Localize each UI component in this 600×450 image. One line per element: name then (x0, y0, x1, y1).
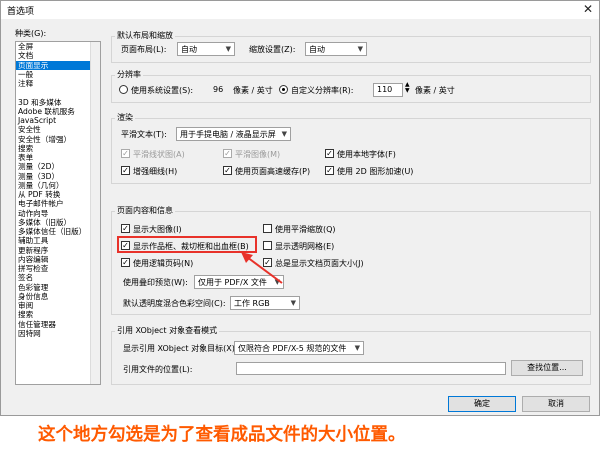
chevron-down-icon: ▼ (225, 45, 231, 53)
chevron-down-icon: ▼ (354, 344, 360, 352)
category-item[interactable]: 页面显示 (16, 60, 100, 70)
gpu-2d-label: 使用 2D 图形加速(U) (337, 167, 414, 176)
category-item[interactable]: 注释 (16, 79, 100, 88)
system-resolution-radio[interactable] (119, 85, 128, 94)
logical-page-numbers-checkbox[interactable]: ✓ (121, 258, 130, 267)
default-layout-legend: 默认布局和缩放 (115, 30, 175, 41)
blend-space-label: 默认透明度混合色彩空间(C): (123, 299, 226, 308)
category-item[interactable]: 3D 和多媒体 (16, 98, 100, 107)
spinner-arrows-icon[interactable]: ▲ ▼ (405, 82, 410, 94)
custom-resolution-input[interactable]: 110 (373, 83, 403, 97)
custom-resolution-label: 自定义分辨率(R): (291, 86, 354, 95)
category-item[interactable]: JavaScript (16, 116, 100, 125)
category-item[interactable]: 签名 (16, 273, 100, 282)
local-fonts-label: 使用本地字体(F) (337, 150, 396, 159)
xobject-targets-label: 显示引用 XObject 对象目标(X): (123, 344, 238, 353)
smooth-lineart-label: 平滑线状图(A) (133, 150, 185, 159)
smooth-zoom-checkbox[interactable] (263, 224, 272, 233)
chevron-down-icon: ▼ (357, 45, 363, 53)
unit-label: 像素 / 英寸 (233, 86, 273, 95)
category-item[interactable]: Adobe 联机服务 (16, 107, 100, 116)
category-item[interactable]: 全屏 (16, 42, 100, 51)
large-images-label: 显示大图像(I) (133, 225, 182, 234)
category-item[interactable]: 信任管理器 (16, 320, 100, 329)
xobject-group (111, 331, 591, 385)
category-item[interactable]: 文档 (16, 51, 100, 60)
chevron-down-icon: ▼ (290, 299, 296, 307)
preferences-dialog: 首选项 ✕ 种类(G): 全屏 文档 页面显示 一般 注释 3D 和多媒体 Adobe 联机… (0, 0, 600, 416)
category-item[interactable]: 搜索 (16, 144, 100, 153)
smooth-zoom-label: 使用平滑缩放(Q) (275, 225, 336, 234)
annotation-caption: 这个地方勾选是为了查看成品文件的大小位置。 (38, 425, 406, 445)
category-item[interactable]: 身份信息 (16, 292, 100, 301)
chevron-down-icon: ▼ (281, 130, 287, 138)
arrow-icon (241, 252, 283, 284)
highlight-box (117, 236, 257, 253)
cancel-button[interactable]: 取消 (522, 396, 590, 412)
category-item[interactable]: 安全性（增强） (16, 135, 100, 144)
category-item[interactable]: 拼写检查 (16, 264, 100, 273)
category-item[interactable]: 审阅 (16, 301, 100, 310)
gpu-2d-checkbox[interactable]: ✓ (325, 166, 334, 175)
page-layout-select[interactable]: 自动 ▼ (177, 42, 235, 56)
category-item[interactable]: 更新程序 (16, 246, 100, 255)
categories-list[interactable]: 全屏 文档 页面显示 一般 注释 3D 和多媒体 Adobe 联机服务 JavaScript 安… (15, 41, 101, 385)
smooth-text-label: 平滑文本(T): (121, 130, 167, 139)
unit-label: 像素 / 英寸 (415, 86, 455, 95)
custom-resolution-radio[interactable] (279, 85, 288, 94)
page-content-legend: 页面内容和信息 (115, 205, 175, 216)
ok-button[interactable]: 确定 (448, 396, 516, 412)
system-resolution-label: 使用系统设置(S): (131, 86, 194, 95)
page-layout-label: 页面布局(L): (121, 45, 167, 54)
ref-location-label: 引用文件的位置(L): (123, 365, 193, 374)
category-item[interactable]: 搜索 (16, 310, 100, 319)
categories-label: 种类(G): (15, 29, 47, 38)
enhance-thin-label: 增强细线(H) (133, 167, 178, 176)
category-item[interactable]: 测量（3D） (16, 172, 100, 181)
enhance-thin-checkbox[interactable]: ✓ (121, 166, 130, 175)
list-separator (16, 88, 100, 97)
local-fonts-checkbox[interactable]: ✓ (325, 149, 334, 158)
category-item[interactable]: 动作向导 (16, 209, 100, 218)
logical-page-numbers-label: 使用逻辑页码(N) (133, 259, 194, 268)
large-images-checkbox[interactable]: ✓ (121, 224, 130, 233)
zoom-select[interactable]: 自动 ▼ (305, 42, 367, 56)
render-legend: 渲染 (115, 112, 135, 123)
window-title: 首选项 (7, 7, 35, 17)
category-item[interactable]: 辅助工具 (16, 236, 100, 245)
title-bar: 首选项 ✕ (1, 1, 599, 19)
category-item[interactable]: 内容编辑 (16, 255, 100, 264)
xobject-targets-select[interactable]: 仅限符合 PDF/X-5 规范的文件 ▼ (234, 341, 364, 355)
page-cache-checkbox[interactable]: ✓ (223, 166, 232, 175)
category-item[interactable]: 多媒体信任（旧版） (16, 227, 100, 236)
close-icon[interactable]: ✕ (583, 2, 593, 16)
categories-scrollbar[interactable] (90, 42, 100, 384)
category-item[interactable]: 表单 (16, 153, 100, 162)
smooth-images-checkbox[interactable]: ✓ (223, 149, 232, 158)
resolution-legend: 分辨率 (115, 69, 143, 80)
smooth-images-label: 平滑图像(M) (235, 150, 281, 159)
category-item[interactable]: 电子邮件帐户 (16, 199, 100, 208)
blend-space-select[interactable]: 工作 RGB ▼ (230, 296, 300, 310)
category-item[interactable]: 多媒体（旧版） (16, 218, 100, 227)
xobject-legend: 引用 XObject 对象查看模式 (115, 325, 220, 336)
category-item[interactable]: 因特网 (16, 329, 100, 338)
category-item[interactable]: 测量（2D） (16, 162, 100, 171)
browse-location-button[interactable]: 查找位置... (511, 360, 583, 376)
page-cache-label: 使用页面高速缓存(P) (235, 167, 311, 176)
always-show-doc-size-label: 总是显示文档页面大小(J) (275, 259, 364, 268)
smooth-text-select[interactable]: 用于手提电脑 / 液晶显示屏 ▼ (176, 127, 291, 141)
category-item[interactable]: 安全性 (16, 125, 100, 134)
overprint-label: 使用叠印预览(W): (123, 278, 188, 287)
ref-location-input[interactable] (236, 362, 506, 375)
smooth-lineart-checkbox[interactable]: ✓ (121, 149, 130, 158)
category-item[interactable]: 一般 (16, 70, 100, 79)
zoom-label: 缩放设置(Z): (249, 45, 296, 54)
category-item[interactable]: 测量（几何） (16, 181, 100, 190)
system-resolution-value: 96 (213, 85, 224, 94)
category-item[interactable]: 从 PDF 转换 (16, 190, 100, 199)
category-item[interactable]: 色彩管理 (16, 283, 100, 292)
